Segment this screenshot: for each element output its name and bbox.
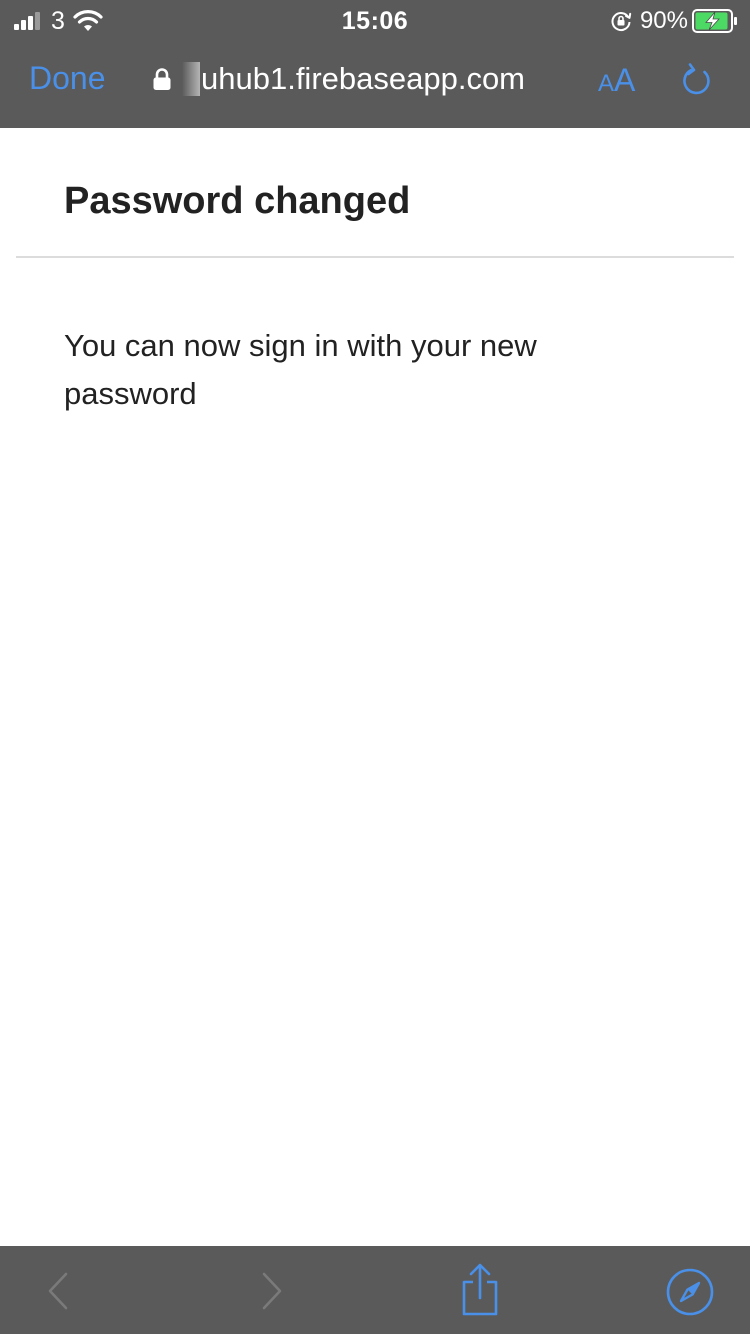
text-size-small-label: A	[598, 70, 615, 97]
url-fade	[182, 62, 200, 96]
chevron-left-icon[interactable]	[44, 1270, 74, 1312]
text-size-large-label: A	[614, 62, 636, 98]
text-size-button[interactable]: AA	[598, 62, 635, 105]
done-button[interactable]: Done	[29, 58, 106, 98]
address-bar[interactable]: uhub1.firebaseapp.com	[152, 58, 525, 100]
url-text: uhub1.firebaseapp.com	[201, 61, 526, 96]
title-divider	[16, 256, 734, 258]
battery-percent: 90%	[639, 7, 688, 34]
status-bar: 3 15:06 90%	[0, 0, 750, 40]
confirmation-message: You can now sign in with your new passwo…	[64, 328, 537, 411]
safari-nav-bar: Done uhub1.firebaseapp.com AA	[0, 40, 750, 128]
page-content: Password changed You can now sign in wit…	[0, 128, 750, 1246]
battery-charging-icon	[692, 9, 737, 33]
padlock-icon	[153, 68, 171, 90]
status-right: 90%	[610, 7, 738, 35]
share-icon[interactable]	[456, 1262, 504, 1318]
browser-header: 3 15:06 90% Done uhub1.firebaseapp.com A…	[0, 0, 750, 128]
bottom-toolbar	[0, 1246, 750, 1334]
orientation-lock-icon	[611, 12, 632, 31]
compass-icon[interactable]	[664, 1266, 716, 1318]
reload-icon[interactable]	[678, 60, 716, 100]
chevron-right-icon[interactable]	[256, 1270, 286, 1312]
page-title: Password changed	[64, 180, 411, 222]
